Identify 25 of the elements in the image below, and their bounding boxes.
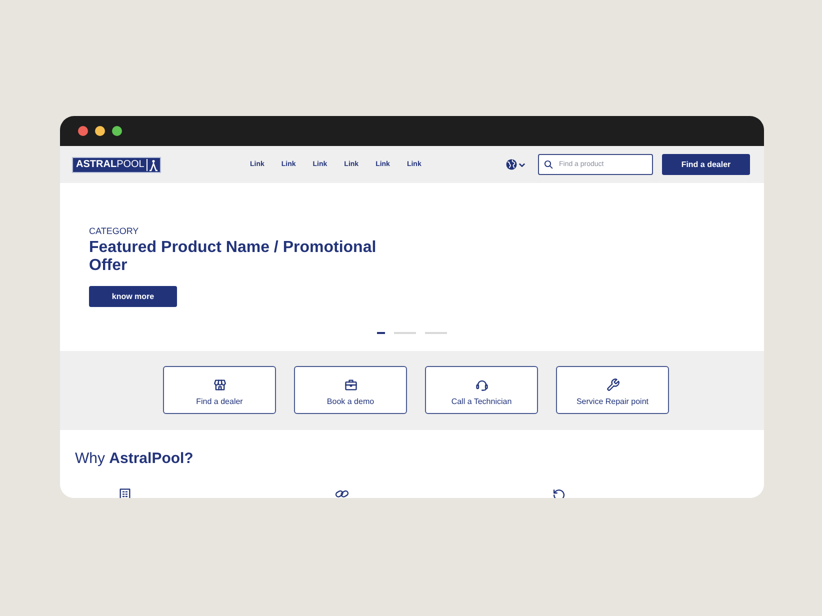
maximize-window-icon[interactable] <box>112 126 122 136</box>
section-heading: Why AstralPool? <box>75 449 194 469</box>
logo-mark-icon <box>146 158 158 172</box>
globe-icon[interactable] <box>506 159 517 170</box>
hero-title: Featured Product Name / Promotional Offer <box>89 239 378 275</box>
category-label: CATEGORY <box>89 226 139 237</box>
linked-rings-icon <box>335 488 349 498</box>
minimize-window-icon[interactable] <box>95 126 105 136</box>
quick-action-card[interactable]: Service Repair point <box>556 366 669 414</box>
search-icon <box>544 160 553 169</box>
briefcase-icon <box>344 378 358 392</box>
close-window-icon[interactable] <box>78 126 88 136</box>
quick-action-card[interactable]: Book a demo <box>294 366 407 414</box>
logo-wordmark: ASTRALPOOL <box>76 158 144 170</box>
headset-icon <box>474 378 488 392</box>
quick-action-card[interactable]: Call a Technician <box>425 366 538 414</box>
find-dealer-button[interactable]: Find a dealer <box>662 154 750 175</box>
storefront-icon <box>212 378 226 392</box>
quick-action-card[interactable]: Find a dealer <box>163 366 276 414</box>
know-more-button[interactable]: know more <box>89 286 177 307</box>
logo[interactable]: ASTRALPOOL <box>73 158 160 172</box>
wrench-icon <box>606 378 620 392</box>
rotate-arrow-icon <box>552 488 566 498</box>
chevron-down-icon[interactable] <box>519 162 525 166</box>
building-icon <box>118 488 132 498</box>
